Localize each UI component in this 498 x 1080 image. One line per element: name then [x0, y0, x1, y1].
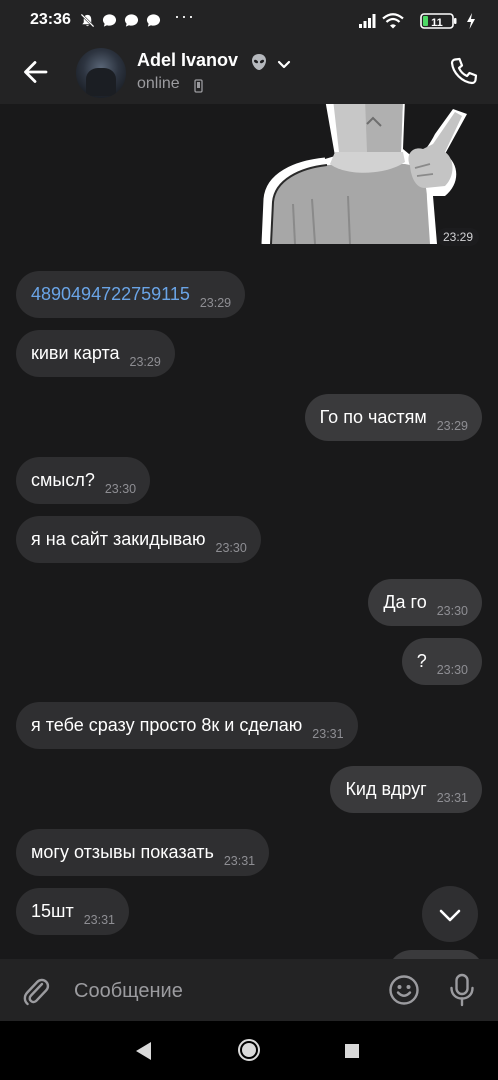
paperclip-icon[interactable] [20, 975, 52, 1007]
message-time: 23:30 [436, 603, 468, 618]
message-time: 23:29 [199, 295, 232, 310]
message-time: 23:30 [104, 481, 137, 496]
battery-icon: 11 [420, 13, 457, 29]
message-bubble-incoming[interactable]: я тебе сразу просто 8к и сделаю 23:31 [16, 702, 358, 749]
message-time: 23:31 [83, 912, 115, 927]
dnd-icon [80, 13, 95, 28]
message-text-link[interactable]: 4890494722759115 [31, 284, 190, 305]
system-nav-bar [0, 1021, 498, 1080]
message-bubble-outgoing[interactable]: Го по частям 23:29 [304, 394, 482, 441]
message-bubble-incoming[interactable]: 15шт 23:31 [16, 888, 129, 935]
message-text: ? [416, 651, 427, 671]
more-dots-icon: ··· [174, 6, 195, 26]
message-input[interactable] [72, 973, 366, 1009]
avatar[interactable] [76, 48, 126, 98]
nav-recents-icon[interactable] [344, 1043, 360, 1059]
microphone-icon[interactable] [446, 973, 478, 1007]
avatar-figure [86, 68, 116, 96]
message-list[interactable]: 23:29 4890494722759115 23:29 киви карта … [0, 104, 498, 959]
message-text: я на сайт закидываю [31, 529, 206, 549]
chat-bubble-icon [124, 14, 139, 27]
wifi-icon [382, 13, 404, 29]
message-text: могу отзывы показать [31, 842, 214, 862]
message-bubble-incoming[interactable]: киви карта 23:29 [16, 330, 175, 377]
nav-home-icon[interactable] [237, 1038, 261, 1062]
status-time: 23:36 [30, 11, 71, 28]
message-text: киви карта [31, 343, 120, 363]
scroll-down-button[interactable] [422, 886, 478, 942]
nav-back-icon[interactable] [134, 1040, 154, 1062]
message-text: Да го [383, 592, 427, 612]
message-text: Го по частям [319, 407, 427, 427]
sticker-message[interactable] [255, 104, 475, 244]
message-time: 23:30 [436, 662, 468, 677]
chevron-down-icon [439, 909, 461, 922]
battery-level: 11 [431, 17, 443, 29]
message-bubble-incoming[interactable]: 4890494722759115 23:29 [16, 271, 246, 318]
chat-header: Adel Ivanov online [0, 42, 498, 104]
status-bar: 23:36 ··· 11 [0, 0, 498, 42]
message-time: 23:29 [437, 228, 480, 246]
alien-icon [252, 54, 266, 70]
composer-bar [0, 959, 498, 1021]
message-bubble-incoming[interactable]: я на сайт закидываю 23:30 [16, 516, 261, 563]
chat-screen: 23:36 ··· 11 Adel Ivanov online 23:29 48… [0, 0, 498, 1080]
mobile-icon [194, 79, 203, 93]
chat-bubble-icon [102, 14, 117, 27]
contact-status: online [137, 75, 180, 92]
message-bubble-incoming[interactable]: смысл? 23:30 [16, 457, 151, 504]
charging-icon [467, 13, 475, 29]
message-bubble-incoming[interactable]: могу отзывы показать 23:31 [16, 829, 270, 876]
message-bubble-outgoing[interactable]: ? 23:30 [401, 638, 482, 685]
phone-icon[interactable] [448, 55, 480, 87]
message-text: 15шт [31, 901, 74, 921]
message-time: 23:29 [436, 418, 468, 433]
message-time: 23:29 [129, 354, 161, 369]
message-bubble-outgoing[interactable]: Да го 23:30 [368, 579, 482, 626]
message-text: я тебе сразу просто 8к и сделаю [31, 715, 303, 735]
contact-name[interactable]: Adel Ivanov [137, 50, 238, 71]
signal-icon [359, 14, 376, 28]
message-text: смысл? [31, 470, 95, 490]
message-time: 23:31 [312, 726, 344, 741]
message-time: 23:30 [215, 540, 247, 555]
message-text: Кид вдруг [345, 779, 427, 799]
message-bubble-outgoing[interactable]: Кид вдруг 23:31 [330, 766, 482, 813]
message-bubble-outgoing-partial[interactable] [388, 950, 484, 959]
chevron-down-icon[interactable] [276, 56, 292, 72]
message-time: 23:31 [436, 790, 468, 805]
message-time: 23:31 [223, 853, 256, 868]
chat-bubble-icon [146, 14, 161, 27]
emoji-icon[interactable] [388, 974, 420, 1006]
back-arrow-icon[interactable] [20, 56, 52, 88]
